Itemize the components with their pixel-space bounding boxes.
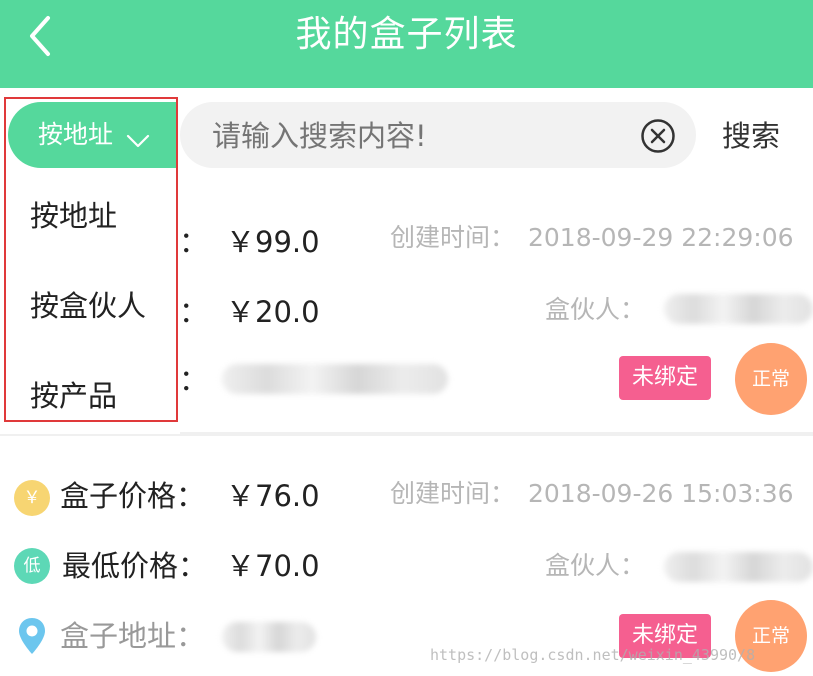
filter-dropdown-menu: 按地址 按盒伙人 按产品 — [0, 170, 180, 434]
app-header: 我的盒子列表 — [0, 0, 813, 88]
chevron-down-icon — [126, 126, 150, 155]
address-label: 盒子地址： — [60, 619, 206, 653]
box-price-label: 盒子价格： — [60, 479, 206, 513]
page-title: 我的盒子列表 — [295, 14, 518, 55]
created-label: 创建时间： — [390, 223, 516, 252]
yuan-icon: ￥ — [14, 480, 50, 516]
min-price-label: 最低价格： — [62, 549, 208, 583]
partner-value-redacted — [664, 552, 813, 582]
address-value-redacted — [222, 364, 448, 394]
address-value-redacted — [222, 622, 316, 652]
clear-circle-x-icon[interactable] — [640, 118, 676, 154]
dropdown-item-by-partner[interactable]: 按盒伙人 — [30, 286, 146, 326]
dropdown-item-by-address[interactable]: 按地址 — [30, 196, 117, 236]
location-pin-icon — [16, 616, 48, 656]
status-badge: 正常 — [735, 343, 807, 415]
partner-label: 盒伙人： — [545, 551, 646, 580]
search-input[interactable] — [210, 102, 634, 170]
box-card[interactable]: ￥ 盒子价格： ￥76.0 创建时间： 2018-09-26 15:03:36 … — [0, 436, 813, 676]
search-field-container — [180, 102, 696, 170]
dropdown-item-by-product[interactable]: 按产品 — [30, 376, 117, 416]
filter-selected-label: 按地址 — [38, 120, 114, 149]
low-icon: 低 — [14, 548, 50, 584]
partner-value-redacted — [664, 294, 813, 324]
watermark: https://blog.csdn.net/weixin_43990/8 — [430, 646, 756, 664]
bind-status-badge: 未绑定 — [619, 356, 711, 400]
partner-label: 盒伙人： — [545, 295, 646, 324]
min-price-value: ￥70.0 — [226, 549, 320, 583]
min-price-value: ￥20.0 — [226, 295, 320, 329]
box-price-value: ￥76.0 — [226, 479, 320, 513]
search-button[interactable]: 搜索 — [722, 114, 780, 158]
filter-dropdown-button[interactable]: 按地址 — [8, 102, 176, 168]
created-time: 2018-09-26 15:03:36 — [528, 479, 794, 508]
created-time: 2018-09-29 22:29:06 — [528, 223, 794, 252]
created-label: 创建时间： — [390, 479, 516, 508]
box-price-value: ￥99.0 — [226, 225, 320, 259]
